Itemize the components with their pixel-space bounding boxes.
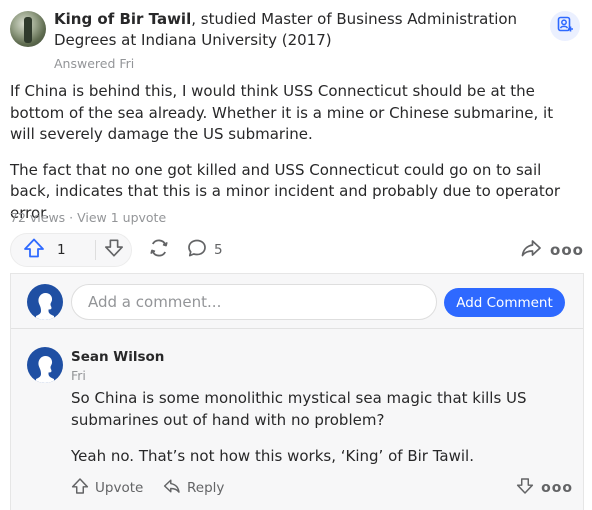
downvote-button[interactable]: [96, 234, 132, 266]
comment-timestamp[interactable]: Fri: [71, 368, 86, 383]
vote-pill: 1: [10, 233, 132, 267]
forward-share-icon: [520, 237, 542, 263]
comment-body: So China is some monolithic mystical sea…: [71, 388, 566, 483]
comment-bubble-icon: [186, 237, 208, 263]
comment-item: Sean Wilson Fri So China is some monolit…: [11, 330, 583, 510]
comment-composer: Add Comment: [11, 274, 583, 329]
answer-paragraph: If China is behind this, I would think U…: [10, 82, 554, 143]
more-options-button[interactable]: ooo: [550, 235, 584, 265]
author-avatar[interactable]: [10, 11, 46, 47]
upvote-arrow-icon: [23, 237, 45, 263]
current-user-avatar[interactable]: [27, 284, 63, 320]
comment-paragraph: So China is some monolithic mystical sea…: [71, 389, 527, 429]
add-comment-button[interactable]: Add Comment: [444, 288, 565, 317]
comment-upvote-button[interactable]: Upvote: [71, 476, 143, 500]
comment-button[interactable]: 5: [186, 235, 223, 265]
downvote-arrow-icon: [104, 238, 124, 262]
comments-panel: Add Comment Sean Wilson Fri So China is …: [10, 273, 584, 510]
commenter-avatar[interactable]: [27, 347, 63, 383]
upvote-arrow-icon: [71, 477, 89, 499]
comment-action-bar: Upvote Reply ooo: [71, 476, 573, 500]
comment-input[interactable]: [71, 284, 437, 320]
follow-person-icon: [556, 15, 574, 37]
share-button[interactable]: [516, 235, 546, 265]
upvote-count: 1: [57, 242, 66, 258]
comment-downvote-button[interactable]: [513, 476, 537, 500]
comment-reply-button[interactable]: Reply: [163, 476, 224, 500]
reshare-button[interactable]: [144, 235, 174, 265]
comment-reply-label: Reply: [187, 480, 225, 496]
answered-timestamp[interactable]: Answered Fri: [54, 56, 134, 71]
answer-header: King of Bir Tawil, studied Master of Bus…: [8, 8, 584, 74]
comment-more-button[interactable]: ooo: [541, 476, 573, 500]
answer-stats[interactable]: 72 views · View 1 upvote: [10, 210, 166, 225]
default-avatar-icon: [27, 356, 63, 383]
author-name[interactable]: King of Bir Tawil: [54, 10, 191, 28]
commenter-name[interactable]: Sean Wilson: [71, 349, 164, 365]
comment-paragraph: Yeah no. That’s not how this works, ‘Kin…: [71, 447, 474, 465]
share-cycle-icon: [148, 237, 170, 263]
comment-count: 5: [214, 242, 223, 258]
downvote-arrow-icon: [516, 477, 534, 499]
comment-upvote-label: Upvote: [95, 480, 144, 496]
more-dots-icon: ooo: [550, 241, 584, 259]
answer-action-bar: 1 5 ooo: [8, 233, 584, 269]
more-dots-icon: ooo: [541, 480, 573, 496]
default-avatar-icon: [27, 293, 63, 320]
upvote-button[interactable]: 1: [11, 234, 96, 266]
reply-icon: [163, 477, 181, 499]
follow-button[interactable]: [550, 11, 580, 41]
author-line: King of Bir Tawil, studied Master of Bus…: [54, 9, 534, 51]
